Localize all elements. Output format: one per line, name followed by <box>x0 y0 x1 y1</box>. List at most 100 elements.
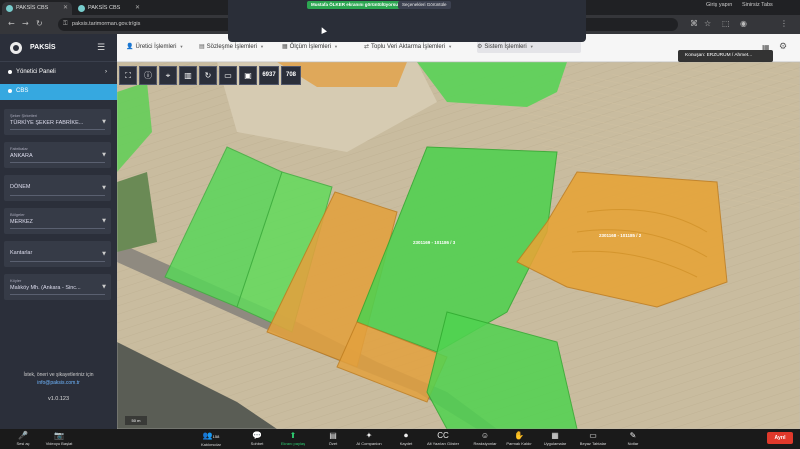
favicon-icon <box>6 5 13 12</box>
caret-down-icon: ▼ <box>102 284 106 290</box>
zoom-btn-label: Notlar <box>627 441 639 446</box>
caret-down-icon: ▼ <box>102 152 106 158</box>
screen: PAKSİS CBS ✕ PAKSİS CBS ✕ Giriş yapın Si… <box>0 0 800 449</box>
fullscreen-icon[interactable]: ⛶ <box>119 66 137 85</box>
menu-producer-ops[interactable]: 👤 Üretici İşlemleri ▼ <box>126 43 183 50</box>
menu-label: Üretici İşlemleri <box>135 44 177 50</box>
village-select[interactable]: Köyler Malıköy Mh. (Ankara - Sinc... ▼ <box>4 274 111 300</box>
gear-icon[interactable]: ⚙ <box>779 42 787 52</box>
sidebar-item-admin-panel[interactable]: Yönetici Paneli › <box>0 65 117 81</box>
menu-system-ops[interactable]: ⚙ Sistem İşlemleri ▼ <box>477 43 534 50</box>
caret-down-icon: ▼ <box>102 185 106 191</box>
more-menu-icon[interactable]: ⋮ <box>780 19 788 28</box>
extensions-icon[interactable]: ⬚ <box>722 19 730 28</box>
sidebar-item-label: Yönetici Paneli <box>16 69 56 75</box>
chevron-down-icon: ▼ <box>179 44 184 49</box>
user-icon: 👤 <box>126 44 134 50</box>
chevron-down-icon: ▼ <box>260 44 264 49</box>
select-underline <box>10 195 105 196</box>
sidebar-item-label: CBS <box>16 88 29 94</box>
map-layers-icon[interactable]: ▥ <box>179 66 197 85</box>
map-scale: 50 m <box>125 416 147 425</box>
region-select[interactable]: Bölgeler MERKEZ ▼ <box>4 208 111 234</box>
favicon-icon <box>78 5 85 12</box>
version-label: v1.0.123 <box>47 396 70 402</box>
close-icon[interactable]: ✕ <box>135 4 140 11</box>
map-svg <box>117 62 800 429</box>
forward-icon[interactable]: → <box>22 20 29 28</box>
menu-label: Toplu Veri Aktarma İşlemleri <box>371 44 446 50</box>
participants-icon: 👥158 <box>188 431 234 442</box>
menu-label: Sözleşme İşlemleri <box>206 44 258 50</box>
leave-meeting-button[interactable]: Ayrıl <box>767 432 793 444</box>
notes-icon: ✎ <box>629 431 637 440</box>
parcel-count-1: 6937 <box>259 66 279 85</box>
menu-label[interactable]: Sinirsiz Tabs <box>742 2 773 8</box>
zoom-share-banner: Mustafa ÖLKER ekranını görüntülüyorsunuz… <box>228 0 586 42</box>
captions-icon: CC <box>437 431 449 440</box>
period-select[interactable]: DÖNEM ▼ <box>4 175 111 201</box>
zoom-btn-label: Katılımcılar <box>200 442 221 447</box>
select-underline <box>10 261 105 262</box>
menu-contract-ops[interactable]: ▤ Sözleşme İşlemleri ▼ <box>199 43 264 50</box>
browser-tab-1[interactable]: PAKSİS CBS ✕ <box>2 2 72 15</box>
feedback-text: İstek, öneri ve şikayetleriniz için <box>23 372 94 378</box>
browser-tab-2[interactable]: PAKSİS CBS ✕ <box>74 2 144 15</box>
zoom-btn-label: Ekranı paylaş <box>280 441 306 446</box>
transfer-icon: ⇄ <box>364 44 370 50</box>
paksis-logo-icon <box>10 42 22 54</box>
close-icon[interactable]: ✕ <box>63 4 68 11</box>
select-label: Bölgeler <box>10 212 25 217</box>
sugar-company-select[interactable]: Şeker Şirketleri TÜRKİYE ŞEKER FABRİKE..… <box>4 109 111 135</box>
zoom-meeting-toolbar: 🎤 Sesi aç 📷 Videoyu Başlat 👥158 Katılımcıla… <box>0 429 800 449</box>
chevron-down-icon: ▼ <box>334 44 338 49</box>
menu-bulk-transfer-ops[interactable]: ⇄ Toplu Veri Aktarma İşlemleri ▼ <box>364 43 452 50</box>
location-pin-icon[interactable]: ⌖ <box>159 66 177 85</box>
ruler-icon[interactable]: ▭ <box>219 66 237 85</box>
sharing-indicator: Mustafa ÖLKER ekranını görüntülüyorsunuz <box>307 1 410 9</box>
bookmark-icon[interactable]: ☆ <box>704 19 711 28</box>
bullet-icon <box>8 70 12 74</box>
profile-icon[interactable]: ◉ <box>740 19 747 28</box>
sidebar-item-cbs[interactable]: CBS <box>0 84 117 100</box>
captions-button[interactable]: CC Alt Yazıları Göster <box>420 431 466 446</box>
participants-button[interactable]: 👥158 Katılımcılar <box>188 431 234 447</box>
image-icon[interactable]: ▣ <box>239 66 257 85</box>
hamburger-menu-icon[interactable]: ☰ <box>97 44 105 53</box>
view-options-button[interactable]: Seçenekleri Görüntüle <box>398 1 451 9</box>
participant-count: 158 <box>212 434 220 439</box>
zoom-btn-label: Parmak Kaldır <box>506 441 532 446</box>
reload-icon[interactable]: ↻ <box>36 20 43 28</box>
notes-button[interactable]: ✎ Notlar <box>610 431 656 446</box>
info-icon[interactable]: ⓘ <box>139 66 157 85</box>
menu-label: Ölçüm İşlemleri <box>289 44 332 50</box>
select-value: Kantarlar <box>10 250 33 256</box>
select-value: DÖNEM <box>10 184 31 190</box>
document-icon: ▤ <box>199 44 205 50</box>
contact-email-link[interactable]: info@paksis.com.tr <box>0 380 117 386</box>
select-value: MERKEZ <box>10 219 33 225</box>
speaker-tooltip: Konuşan: ERZURUM / Ahmet... <box>678 50 773 62</box>
zoom-btn-label: Beyaz Tahtalar <box>579 441 607 446</box>
zoom-btn-label: Kaydet <box>399 441 413 446</box>
translate-icon[interactable]: ⌘ <box>690 19 698 28</box>
satellite-map[interactable]: 2301169 - 101186 / 3 2301168 - 101185 / … <box>117 62 800 429</box>
factory-select[interactable]: Fabrikalar ANKARA ▼ <box>4 142 111 168</box>
select-value: Malıköy Mh. (Ankara - Sinc... <box>10 285 81 291</box>
chevron-down-icon: ▼ <box>448 44 453 49</box>
zoom-btn-label: Uygulamalar <box>543 441 567 446</box>
map-toolbar: ⛶ ⓘ ⌖ ▥ ↻ ▭ ▣ 6937 708 <box>119 66 301 85</box>
sidebar: PAKSİS ☰ Yönetici Paneli › CBS Şeker Şir… <box>0 34 117 429</box>
refresh-icon[interactable]: ↻ <box>199 66 217 85</box>
scale-station-select[interactable]: Kantarlar ▼ <box>4 241 111 267</box>
parcel-label: 2301169 - 101186 / 3 <box>413 240 456 245</box>
start-video-button[interactable]: 📷 Videoyu Başlat <box>36 431 82 446</box>
profile-label[interactable]: Giriş yapın <box>706 2 732 8</box>
zoom-btn-label: Özet <box>328 441 338 446</box>
back-icon[interactable]: ← <box>8 20 15 28</box>
select-underline <box>10 162 105 163</box>
lock-icon: ⚿ <box>63 21 68 27</box>
camera-icon: 📷 <box>54 431 64 440</box>
menu-measure-ops[interactable]: ▦ Ölçüm İşlemleri ▼ <box>282 43 338 50</box>
chevron-down-icon: ▼ <box>529 44 534 49</box>
